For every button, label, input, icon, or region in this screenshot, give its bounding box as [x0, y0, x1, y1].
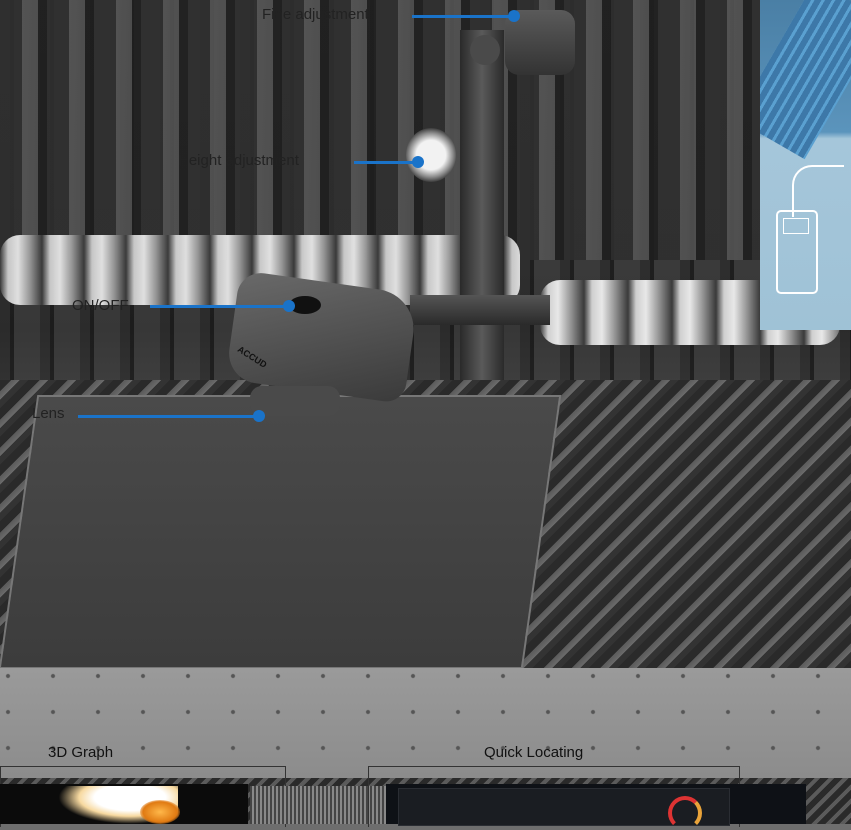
stand-pillar: [460, 30, 504, 380]
quick-locating-title: Quick Locating: [484, 744, 584, 761]
callout-line-on-off: [150, 305, 288, 308]
callout-lens: Lens: [32, 405, 65, 422]
graph-strip: [250, 786, 386, 824]
callout-height-adjustment: Height adjustment: [178, 152, 299, 169]
handheld-device-icon: [776, 210, 818, 294]
height-adjustment-knob: [406, 128, 456, 182]
device-screen: [783, 218, 809, 234]
background-floor: [0, 668, 851, 778]
background-columns: [0, 0, 760, 260]
stand-post-top: [470, 35, 500, 65]
stage-plate: [0, 395, 562, 669]
stand-crossbar: [410, 295, 550, 325]
callout-on-off: ON/OFF: [72, 297, 129, 314]
callout-dot-height: [412, 156, 424, 168]
product-photo: ACCUD: [0, 0, 851, 824]
callout-dot-fine: [508, 10, 520, 22]
ruler-image: [760, 0, 851, 160]
graph-3d-title: 3D Graph: [48, 744, 114, 761]
callout-dot-lens: [253, 410, 265, 422]
gauge-icon: [668, 796, 702, 830]
callout-fine-adjustment: Fine adjustment: [262, 6, 369, 23]
callout-line-fine: [412, 15, 512, 18]
graph-3d-hotspot: [140, 800, 180, 824]
callout-line-height: [354, 161, 416, 164]
callout-line-lens: [78, 415, 258, 418]
side-product-panel: [760, 0, 851, 330]
callout-dot-on-off: [283, 300, 295, 312]
